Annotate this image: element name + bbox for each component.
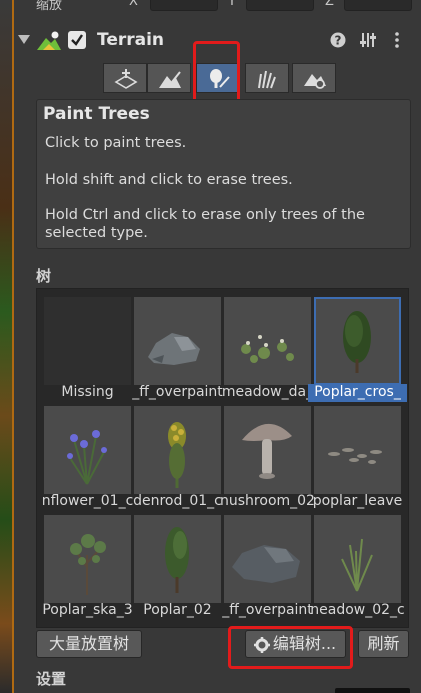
tree-thumbnail — [224, 406, 311, 494]
tree-thumbnail — [44, 297, 131, 385]
scale-z-field[interactable] — [344, 0, 412, 11]
tree-thumbnail — [44, 515, 131, 603]
tree-tile[interactable]: 02_Poplar — [134, 515, 221, 619]
tree-tile[interactable]: neadow_02_c — [310, 515, 405, 619]
checkmark-icon — [71, 34, 83, 46]
tree-label: ff_overpaint_ — [222, 602, 313, 618]
tree-tile[interactable]: _Poplar_cros — [308, 297, 407, 402]
presets-icon[interactable] — [360, 32, 376, 48]
tool-paint-texture[interactable] — [147, 63, 191, 93]
tree-prototype-grid[interactable]: Missing ff_overpaint_ _meadow_da — [36, 288, 409, 628]
scale-y-field[interactable] — [246, 0, 314, 11]
more-options-icon[interactable] — [394, 32, 400, 48]
highlight-box-edit-trees — [228, 626, 353, 669]
tree-label: 3_Poplar_ska — [42, 602, 133, 618]
help-line: Click to paint trees. — [45, 135, 187, 151]
rock-icon — [148, 333, 200, 365]
tree-label: nflower_01_c — [41, 493, 134, 509]
tree-tile[interactable]: nushroom_02 — [220, 406, 315, 510]
help-icon[interactable]: ? — [330, 32, 346, 48]
scale-z-label: Z — [325, 0, 334, 9]
svg-text:?: ? — [335, 34, 342, 48]
tree-tile[interactable]: nflower_01_c — [42, 406, 133, 510]
tree-tile[interactable]: poplar_leave — [313, 406, 402, 510]
terrain-settings-icon — [304, 74, 326, 89]
tree-thumbnail — [134, 406, 221, 494]
tree-label: _Poplar_cros — [308, 384, 407, 402]
tree-thumbnail — [314, 297, 401, 385]
settings-section-label: 设置 — [36, 670, 67, 688]
tree-thumbnail — [134, 297, 221, 385]
tree-thumbnail — [224, 515, 311, 603]
help-box: Paint Trees Click to paint trees. Hold s… — [36, 99, 411, 249]
poplar-tree-icon — [165, 527, 189, 593]
help-line: Hold shift and click to erase trees. — [45, 172, 293, 188]
refresh-button[interactable]: 刷新 — [358, 630, 409, 658]
grass-icon — [341, 538, 373, 592]
terrain-component-icon — [37, 31, 61, 50]
poplar-tree-icon — [343, 311, 371, 373]
tree-label: ff_overpaint_ — [132, 384, 223, 400]
rock-icon — [232, 545, 300, 583]
tool-terrain-settings[interactable] — [292, 63, 336, 93]
tree-label: poplar_leave — [312, 493, 403, 509]
tree-label: 02_Poplar — [143, 602, 212, 618]
tree-tile[interactable]: denrod_01_c — [133, 406, 222, 510]
scale-x-field[interactable] — [150, 0, 218, 11]
goldenrod-icon — [168, 422, 186, 488]
paint-details-icon — [258, 70, 276, 89]
help-line: Hold Ctrl and click to erase only trees … — [45, 207, 365, 241]
tree-tile[interactable]: ff_overpaint_ — [132, 297, 223, 401]
tool-paint-details[interactable] — [245, 63, 289, 93]
tree-thumbnail — [44, 406, 131, 494]
tree-thumbnail — [134, 515, 221, 603]
tree-tile[interactable]: _meadow_da — [222, 297, 313, 401]
tree-label: Missing — [61, 384, 114, 400]
cornflower-icon — [67, 430, 107, 485]
tree-thumbnail — [224, 297, 311, 385]
tool-raise-lower-terrain[interactable] — [103, 63, 147, 93]
tree-thumbnail — [314, 515, 401, 603]
tree-tile[interactable]: Missing — [44, 297, 131, 401]
scale-x-label: X — [129, 0, 138, 9]
paint-terrain-icon — [159, 71, 181, 88]
component-title: Terrain — [97, 30, 165, 50]
settings-field[interactable] — [335, 688, 410, 693]
poplar-sapling-icon — [70, 534, 106, 595]
tree-label: _meadow_da — [221, 384, 313, 400]
tree-label: neadow_02_c — [310, 602, 405, 618]
scene-view-strip — [0, 0, 12, 693]
foldout-arrow-icon[interactable] — [18, 35, 30, 45]
scale-y-label: Y — [228, 0, 236, 9]
scale-label: 缩放 — [36, 0, 63, 13]
mushroom-icon — [242, 423, 292, 479]
flowers-icon — [241, 335, 294, 363]
mass-place-trees-button[interactable]: 大量放置树 — [36, 630, 142, 658]
tree-label: denrod_01_c — [133, 493, 222, 509]
raise-terrain-icon — [114, 69, 138, 89]
leaves-icon — [328, 448, 382, 464]
tree-label: nushroom_02 — [220, 493, 315, 509]
tree-tile[interactable]: 3_Poplar_ska — [42, 515, 133, 619]
enabled-checkbox[interactable] — [68, 31, 86, 49]
trees-section-label: 树 — [36, 267, 52, 285]
tree-tile[interactable]: ff_overpaint_ — [222, 515, 313, 619]
help-title: Paint Trees — [43, 104, 150, 124]
tree-thumbnail — [314, 406, 401, 494]
